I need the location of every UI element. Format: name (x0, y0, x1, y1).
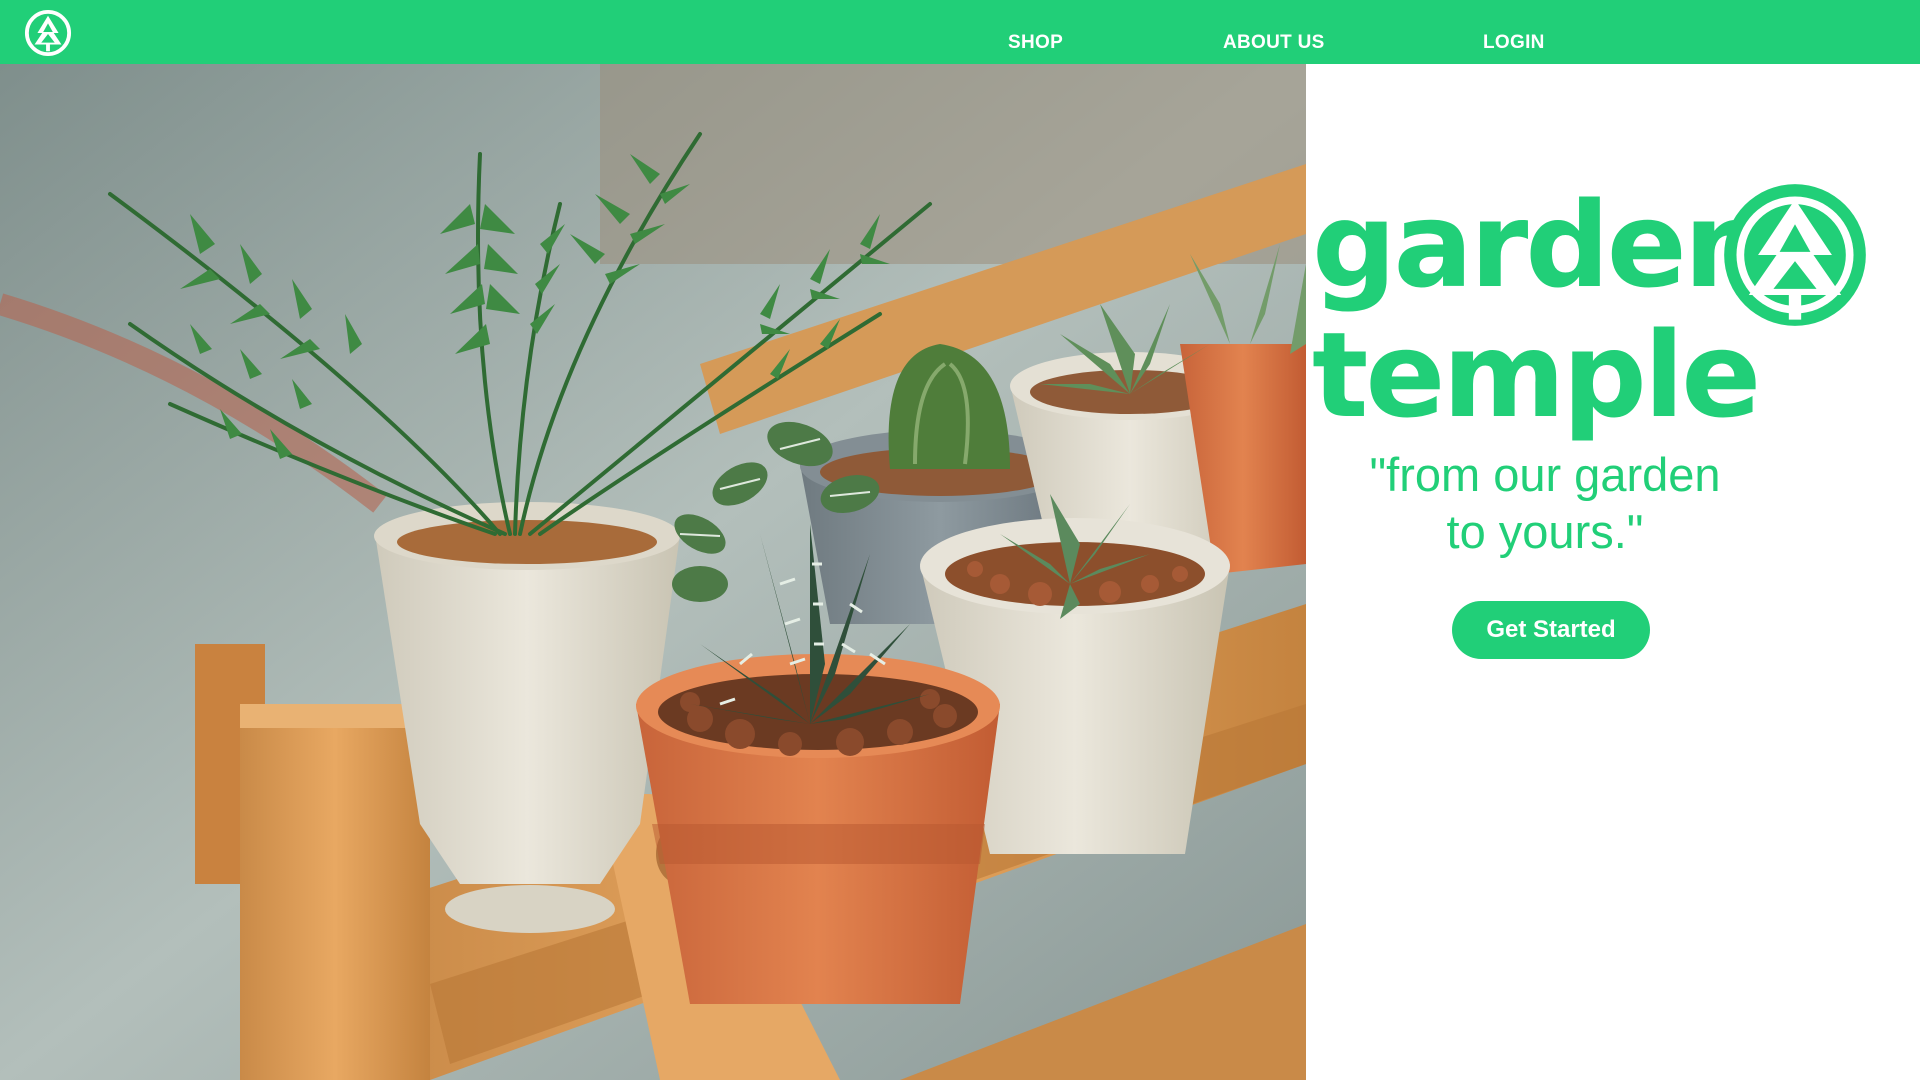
hero-photo (0, 64, 1306, 1080)
tagline: "from our garden to yours." (1320, 446, 1770, 560)
nav-link-login[interactable]: LOGIN (1483, 0, 1545, 64)
potted-plants-photo (0, 64, 1306, 1080)
nav-link-shop[interactable]: SHOP (1008, 0, 1063, 64)
tagline-line-2: to yours." (1446, 505, 1644, 558)
top-navbar: SHOP ABOUT US LOGIN (0, 0, 1920, 64)
brand-name-line-2: temple (1312, 306, 1761, 444)
tagline-line-1: "from our garden (1369, 448, 1721, 501)
brand-name-line-1: garden (1312, 176, 1768, 314)
nav-link-about-us[interactable]: ABOUT US (1223, 0, 1325, 64)
get-started-button[interactable]: Get Started (1452, 601, 1650, 659)
pine-tree-circle-icon[interactable] (24, 9, 72, 57)
pine-tree-circle-icon (1724, 184, 1866, 326)
